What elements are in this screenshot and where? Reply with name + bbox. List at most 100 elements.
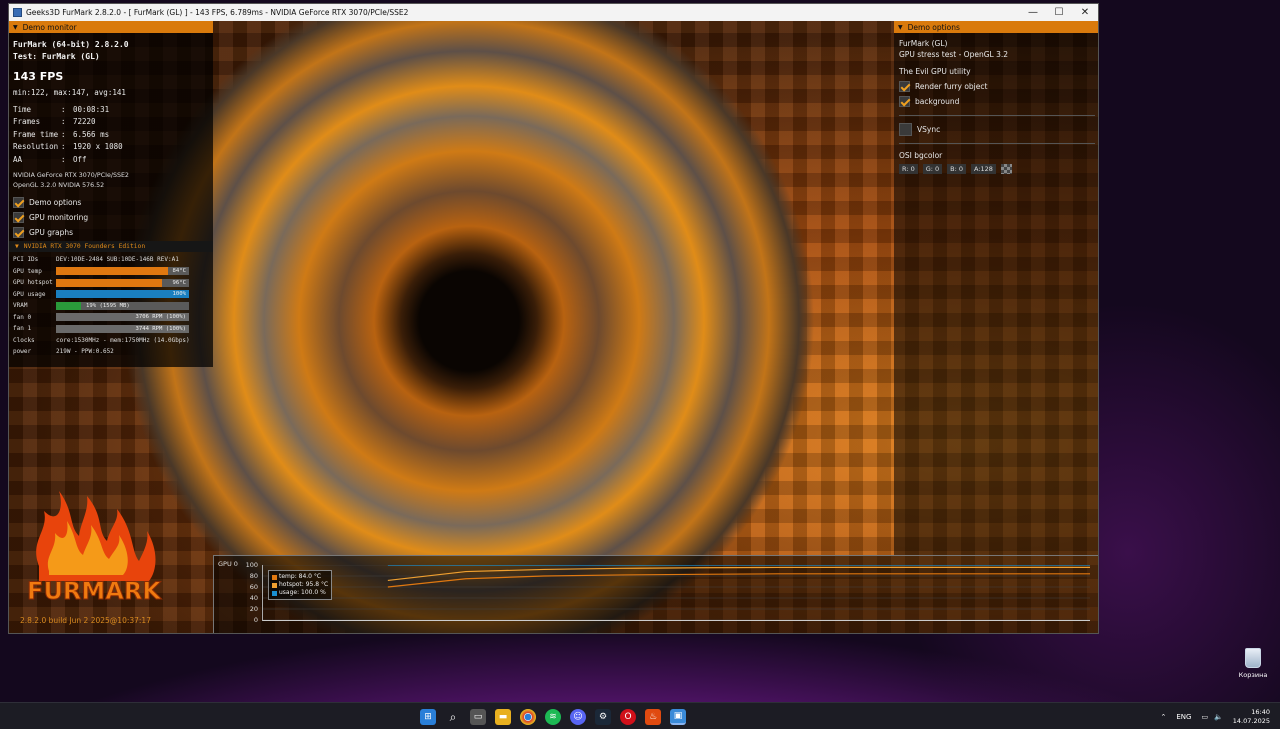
divider bbox=[899, 115, 1095, 116]
gpu-monitor-header[interactable]: ▼ NVIDIA RTX 3070 Founders Edition bbox=[9, 241, 213, 252]
checkmark-icon[interactable] bbox=[13, 211, 24, 223]
legend-item: usage: 100.0 % bbox=[272, 589, 328, 597]
clocks-row: Clocks core:1530MHz - mem:1750MHz (14.0Gb… bbox=[13, 336, 190, 344]
graph-plot bbox=[262, 565, 1090, 621]
chrome-icon[interactable] bbox=[520, 709, 536, 725]
gpu-bars: GPU temp 84°C GPU hotspot 96°C GPU usage 10… bbox=[9, 266, 213, 335]
divider bbox=[899, 143, 1095, 144]
app-icon bbox=[13, 8, 22, 17]
furmark-logo: FURMARK bbox=[27, 491, 163, 606]
progress-bar: 100% bbox=[56, 290, 189, 299]
gpu-monitor-section: ▼ NVIDIA RTX 3070 Founders Edition PCI ID… bbox=[9, 241, 213, 358]
checkbox-vsync[interactable]: VSync bbox=[899, 122, 1098, 137]
alpha-input[interactable]: A:128 bbox=[971, 164, 996, 174]
gpu-graph: GPU 0 100 80 60 40 20 0 temp: 84.0 °C ho… bbox=[213, 555, 1098, 633]
options-title: FurMark (GL) GPU stress test - OpenGL 3.… bbox=[899, 39, 1008, 59]
progress-bar: 3706 RPM (100%) bbox=[56, 313, 189, 322]
taskbar: ⊞ ⌕ ▭ ▬ ≋ ☺ ⚙ O ♨ ▣ ⌃ ENG ▭ 🔈 16:40 14.0… bbox=[0, 702, 1280, 729]
network-icon[interactable]: ▭ bbox=[1201, 713, 1208, 721]
build-info: 2.8.2.0 build Jun 2 2025@10:37:17 bbox=[20, 616, 151, 625]
windows-icon[interactable]: ⊞ bbox=[420, 709, 436, 725]
demo-options-panel: ▼ Demo options FurMark (GL) GPU stress t… bbox=[894, 21, 1098, 555]
checkmark-icon[interactable] bbox=[899, 81, 910, 92]
window-title: Geeks3D FurMark 2.8.2.0 - [ FurMark (GL)… bbox=[26, 8, 409, 17]
system-tray: ⌃ ENG ▭ 🔈 16:40 14.07.2025 bbox=[1160, 706, 1270, 728]
steam-icon[interactable]: ⚙ bbox=[595, 709, 611, 725]
minimize-button[interactable]: — bbox=[1020, 7, 1046, 18]
red-input[interactable]: R: 0 bbox=[899, 164, 918, 174]
recycle-bin-shortcut[interactable]: Корзина bbox=[1236, 648, 1270, 679]
stats-list: Time:00:08:31 Frames:72220 Frame time:6.… bbox=[9, 103, 213, 166]
demo-monitor-header[interactable]: ▼ Demo monitor bbox=[9, 21, 213, 33]
options-section: The Evil GPU utility bbox=[899, 67, 971, 76]
chevron-up-icon[interactable]: ⌃ bbox=[1160, 713, 1166, 721]
checkbox-icon[interactable] bbox=[899, 123, 912, 136]
pci-row: PCI IDs DEV:10DE-2484 SUB:10DE-146B REV:A… bbox=[13, 256, 179, 264]
clock[interactable]: 16:40 14.07.2025 bbox=[1233, 708, 1270, 726]
checkbox-gpu-monitoring[interactable]: GPU monitoring bbox=[13, 210, 213, 225]
fps-value: 143 FPS bbox=[13, 70, 64, 83]
spotify-icon[interactable]: ≋ bbox=[545, 709, 561, 725]
maximize-button[interactable]: ☐ bbox=[1046, 7, 1072, 18]
clock-time: 16:40 bbox=[1251, 708, 1270, 716]
stat-row: AA: Off bbox=[13, 154, 87, 164]
bgcolor-label: OSI bgcolor bbox=[899, 151, 943, 160]
search-icon[interactable]: ⌕ bbox=[445, 709, 461, 725]
y-tick: 80 bbox=[249, 572, 258, 580]
gpu-bar-row: GPU hotspot 96°C bbox=[13, 277, 213, 289]
gpu-bar-row: fan 1 3744 RPM (100%) bbox=[13, 323, 213, 335]
bgcolor-inputs: R: 0 G: 0 B: 0 A:128 bbox=[899, 164, 1098, 174]
recycle-bin-icon[interactable] bbox=[1245, 648, 1261, 668]
collapse-triangle-icon[interactable]: ▼ bbox=[898, 24, 903, 31]
file-explorer-icon[interactable]: ▬ bbox=[495, 709, 511, 725]
checkbox-background[interactable]: background bbox=[899, 94, 1098, 109]
app-version: FurMark (64-bit) 2.8.2.0 bbox=[13, 40, 129, 49]
progress-bar: 19% (1595 MB) bbox=[56, 301, 189, 310]
render-viewport: ▼ Demo monitor FurMark (64-bit) 2.8.2.0 … bbox=[9, 21, 1098, 633]
furmark-window[interactable]: Geeks3D FurMark 2.8.2.0 - [ FurMark (GL)… bbox=[8, 3, 1099, 634]
opera-icon[interactable]: O bbox=[620, 709, 636, 725]
gpu-bar-row: fan 0 3706 RPM (100%) bbox=[13, 312, 213, 324]
color-swatch[interactable] bbox=[1000, 164, 1012, 174]
discord-icon[interactable]: ☺ bbox=[570, 709, 586, 725]
task-view-icon[interactable]: ▭ bbox=[470, 709, 486, 725]
demo-options-header[interactable]: ▼ Demo options bbox=[894, 21, 1098, 33]
graph-legend: temp: 84.0 °C hotspot: 95.8 °C usage: 10… bbox=[268, 570, 333, 600]
checkbox-demo-options[interactable]: Demo options bbox=[13, 195, 213, 210]
checkbox-render-furry-object[interactable]: Render furry object bbox=[899, 79, 1098, 94]
gpu-bar-row: GPU temp 84°C bbox=[13, 266, 213, 278]
volume-icon[interactable]: 🔈 bbox=[1214, 713, 1223, 721]
app-icon[interactable]: ▣ bbox=[670, 709, 686, 725]
language-indicator[interactable]: ENG bbox=[1176, 713, 1191, 721]
clock-date: 14.07.2025 bbox=[1232, 717, 1270, 725]
checkmark-icon[interactable] bbox=[899, 96, 910, 107]
stat-row: Time:00:08:31 bbox=[13, 104, 110, 114]
test-name: Test: FurMark (GL) bbox=[13, 52, 100, 61]
y-tick: 60 bbox=[249, 583, 258, 591]
legend-item: temp: 84.0 °C bbox=[272, 573, 328, 581]
collapse-triangle-icon[interactable]: ▼ bbox=[13, 24, 18, 31]
y-tick: 100 bbox=[245, 561, 258, 569]
progress-bar: 3744 RPM (100%) bbox=[56, 324, 189, 333]
stat-row: Resolution:1920 x 1080 bbox=[13, 142, 123, 152]
progress-bar: 96°C bbox=[56, 278, 189, 287]
gpu-name: NVIDIA GeForce RTX 3070/PCIe/SSE2 bbox=[13, 171, 129, 179]
checkmark-icon[interactable] bbox=[13, 196, 24, 208]
blue-input[interactable]: B: 0 bbox=[947, 164, 967, 174]
stat-row: Frame time:6.566 ms bbox=[13, 129, 110, 139]
stat-row: Frames:72220 bbox=[13, 117, 96, 127]
fps-minmax: min:122, max:147, avg:141 bbox=[13, 88, 126, 97]
furmark-icon[interactable]: ♨ bbox=[645, 709, 661, 725]
title-bar[interactable]: Geeks3D FurMark 2.8.2.0 - [ FurMark (GL)… bbox=[9, 4, 1098, 21]
close-button[interactable]: ✕ bbox=[1072, 7, 1098, 18]
green-input[interactable]: G: 0 bbox=[922, 164, 943, 174]
checkmark-icon[interactable] bbox=[13, 226, 24, 238]
checkbox-gpu-graphs[interactable]: GPU graphs bbox=[13, 225, 213, 240]
legend-item: hotspot: 95.8 °C bbox=[272, 581, 328, 589]
logo-text: FURMARK bbox=[27, 577, 162, 605]
gpu-bar-row: GPU usage 100% bbox=[13, 289, 213, 301]
demo-monitor-panel: ▼ Demo monitor FurMark (64-bit) 2.8.2.0 … bbox=[9, 21, 213, 367]
power-row: power 219W - PPW:0.652 bbox=[13, 348, 114, 356]
demo-monitor-title: Demo monitor bbox=[22, 22, 77, 32]
recycle-bin-label: Корзина bbox=[1238, 671, 1268, 679]
